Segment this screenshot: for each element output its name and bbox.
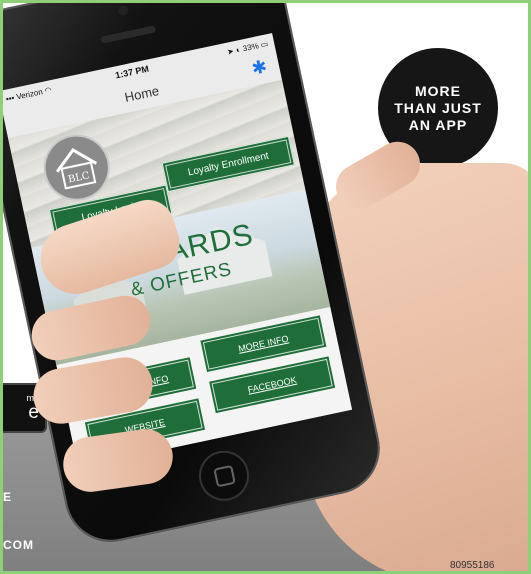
company-logo: BLC bbox=[37, 128, 116, 207]
image-serial-number: 80955186 bbox=[450, 560, 495, 571]
headline-line-1: MORE bbox=[415, 82, 461, 99]
house-logo-icon: BLC bbox=[55, 148, 98, 190]
camera-icon bbox=[117, 4, 130, 17]
left-caption-1: E bbox=[3, 490, 13, 504]
left-caption-2: COM bbox=[3, 538, 34, 552]
home-button[interactable] bbox=[194, 446, 254, 506]
promo-image: me e E COM MORE THAN JUST AN APP ▪▪▪ Ver… bbox=[0, 0, 531, 574]
headline-line-2: THAN JUST bbox=[394, 99, 482, 116]
headline-line-3: AN APP bbox=[408, 116, 468, 133]
speaker-grille bbox=[100, 25, 157, 44]
loyalty-enrollment-button[interactable]: Loyalty Enrollment bbox=[161, 135, 295, 193]
